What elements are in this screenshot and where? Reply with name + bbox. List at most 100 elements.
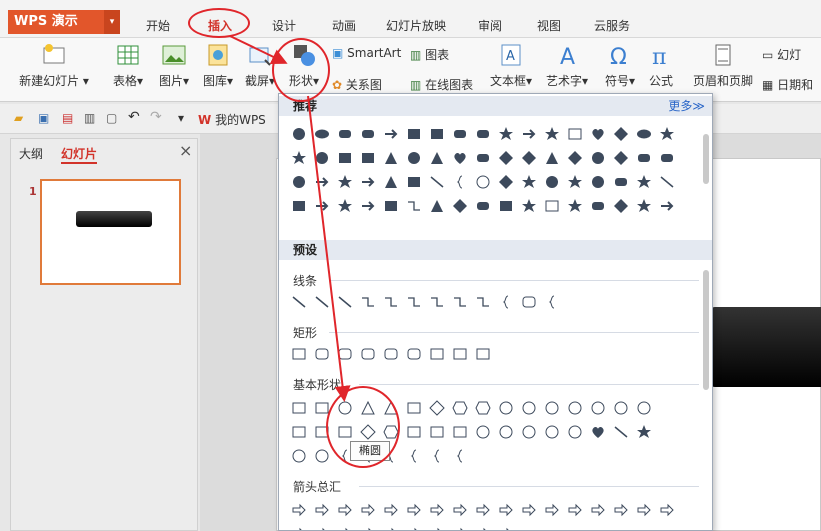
shape-oRect-icon[interactable] xyxy=(404,422,424,442)
shape-oArrow-icon[interactable] xyxy=(289,524,309,530)
tab-home[interactable]: 开始 xyxy=(146,17,170,34)
shape-star-icon[interactable] xyxy=(634,196,654,216)
shape-elbow-icon[interactable] xyxy=(427,292,447,312)
tab-design[interactable]: 设计 xyxy=(272,17,296,34)
shape-brace-icon[interactable] xyxy=(450,172,470,192)
scrollbar-thumb[interactable] xyxy=(703,134,709,184)
image-button[interactable]: 图片▾ xyxy=(154,42,194,89)
shape-rect-icon[interactable] xyxy=(335,148,355,168)
shape-oval-icon[interactable] xyxy=(312,124,332,144)
shape-oRect-icon[interactable] xyxy=(450,344,470,364)
close-icon[interactable]: × xyxy=(179,141,192,160)
export-pdf-icon[interactable]: ▤ xyxy=(62,111,73,125)
shape-oval-icon[interactable] xyxy=(634,124,654,144)
shape-star-icon[interactable] xyxy=(335,196,355,216)
shape-star-icon[interactable] xyxy=(519,196,539,216)
shape-arrow-icon[interactable] xyxy=(358,196,378,216)
shape-star-icon[interactable] xyxy=(565,172,585,192)
shape-oArrow-icon[interactable] xyxy=(312,524,332,530)
shape-star-icon[interactable] xyxy=(634,172,654,192)
print-icon[interactable]: ▥ xyxy=(84,111,95,125)
save-icon[interactable]: ▣ xyxy=(38,111,49,125)
shape-brace-icon[interactable] xyxy=(450,446,470,466)
shape-oArrow-icon[interactable] xyxy=(473,500,493,520)
shape-round-icon[interactable] xyxy=(588,196,608,216)
shape-oCircle-icon[interactable] xyxy=(496,398,516,418)
shape-elbow-icon[interactable] xyxy=(381,292,401,312)
app-logo-menu[interactable]: WPS 演示 ▾ xyxy=(8,10,120,34)
formula-button[interactable]: π 公式 xyxy=(644,42,678,89)
shape-star-icon[interactable] xyxy=(335,172,355,192)
shape-arrow-icon[interactable] xyxy=(312,196,332,216)
tab-outline[interactable]: 大纲 xyxy=(19,145,43,162)
wordart-button[interactable]: A 艺术字▾ xyxy=(542,42,592,89)
shape-round-icon[interactable] xyxy=(611,172,631,192)
shape-tri-icon[interactable] xyxy=(381,172,401,192)
shape-rect-icon[interactable] xyxy=(358,148,378,168)
shape-oCircle-icon[interactable] xyxy=(588,398,608,418)
shape-tri-icon[interactable] xyxy=(542,148,562,168)
shape-circle-icon[interactable] xyxy=(542,172,562,192)
shape-brace-icon[interactable] xyxy=(427,446,447,466)
header-footer-button[interactable]: 页眉和页脚 xyxy=(690,42,756,89)
shape-brace-icon[interactable] xyxy=(542,292,562,312)
tab-animation[interactable]: 动画 xyxy=(332,17,356,34)
shape-round-icon[interactable] xyxy=(634,148,654,168)
shape-oArrow-icon[interactable] xyxy=(611,500,631,520)
shape-oArrow-icon[interactable] xyxy=(381,500,401,520)
shape-oCircle-icon[interactable] xyxy=(473,422,493,442)
shape-oHex-icon[interactable] xyxy=(473,398,493,418)
shape-heart-icon[interactable] xyxy=(588,124,608,144)
shape-elbow-icon[interactable] xyxy=(450,292,470,312)
redo-icon[interactable]: ↷ xyxy=(150,109,162,125)
shape-round-icon[interactable] xyxy=(450,124,470,144)
shape-oRect-icon[interactable] xyxy=(565,124,585,144)
shape-oRect-icon[interactable] xyxy=(473,344,493,364)
shape-arrow-icon[interactable] xyxy=(657,196,677,216)
shape-oRound-icon[interactable] xyxy=(335,344,355,364)
shape-arrow-icon[interactable] xyxy=(358,172,378,192)
symbol-button[interactable]: Ω 符号▾ xyxy=(602,42,638,89)
shape-arrow-icon[interactable] xyxy=(381,124,401,144)
open-folder-icon[interactable]: ▰ xyxy=(14,111,23,125)
shape-oRect-icon[interactable] xyxy=(450,422,470,442)
shape-oArrow-icon[interactable] xyxy=(542,500,562,520)
shape-round-icon[interactable] xyxy=(473,124,493,144)
shape-rect-icon[interactable] xyxy=(427,124,447,144)
shape-arrow-icon[interactable] xyxy=(312,172,332,192)
shape-oRect-icon[interactable] xyxy=(404,398,424,418)
shape-oArrow-icon[interactable] xyxy=(381,524,401,530)
shape-oRect-icon[interactable] xyxy=(289,344,309,364)
tab-slideshow[interactable]: 幻灯片放映 xyxy=(386,17,446,34)
shape-diamond-icon[interactable] xyxy=(450,196,470,216)
shape-oRect-icon[interactable] xyxy=(289,422,309,442)
shape-oArrow-icon[interactable] xyxy=(404,524,424,530)
tab-review[interactable]: 审阅 xyxy=(478,17,502,34)
scrollbar-thumb-presets[interactable] xyxy=(703,270,709,390)
shape-circle-icon[interactable] xyxy=(312,148,332,168)
shape-oRect-icon[interactable] xyxy=(289,398,309,418)
shape-circle-icon[interactable] xyxy=(588,148,608,168)
shape-diamond-icon[interactable] xyxy=(611,196,631,216)
shape-line-icon[interactable] xyxy=(611,422,631,442)
relation-chart-button[interactable]: ✿ 关系图 xyxy=(332,76,382,93)
shape-oArrow-icon[interactable] xyxy=(358,524,378,530)
table-button[interactable]: 表格▾ xyxy=(108,42,148,89)
shape-star-icon[interactable] xyxy=(565,196,585,216)
shape-oRound-icon[interactable] xyxy=(381,344,401,364)
shape-rect-icon[interactable] xyxy=(404,172,424,192)
shape-oArrow-icon[interactable] xyxy=(358,500,378,520)
shape-star-icon[interactable] xyxy=(542,124,562,144)
customize-chevron-icon[interactable]: ▾ xyxy=(178,111,184,125)
print-preview-icon[interactable]: ▢ xyxy=(106,111,117,125)
shape-oRect-icon[interactable] xyxy=(542,196,562,216)
shape-oArrow-icon[interactable] xyxy=(496,500,516,520)
shape-star-icon[interactable] xyxy=(634,422,654,442)
shape-oArrow-icon[interactable] xyxy=(588,500,608,520)
shape-diamond-icon[interactable] xyxy=(565,148,585,168)
shape-circle-icon[interactable] xyxy=(289,172,309,192)
shape-oArrow-icon[interactable] xyxy=(657,500,677,520)
shape-oCircle-icon[interactable] xyxy=(289,446,309,466)
shape-oCircle-icon[interactable] xyxy=(565,422,585,442)
shape-rect-icon[interactable] xyxy=(289,196,309,216)
